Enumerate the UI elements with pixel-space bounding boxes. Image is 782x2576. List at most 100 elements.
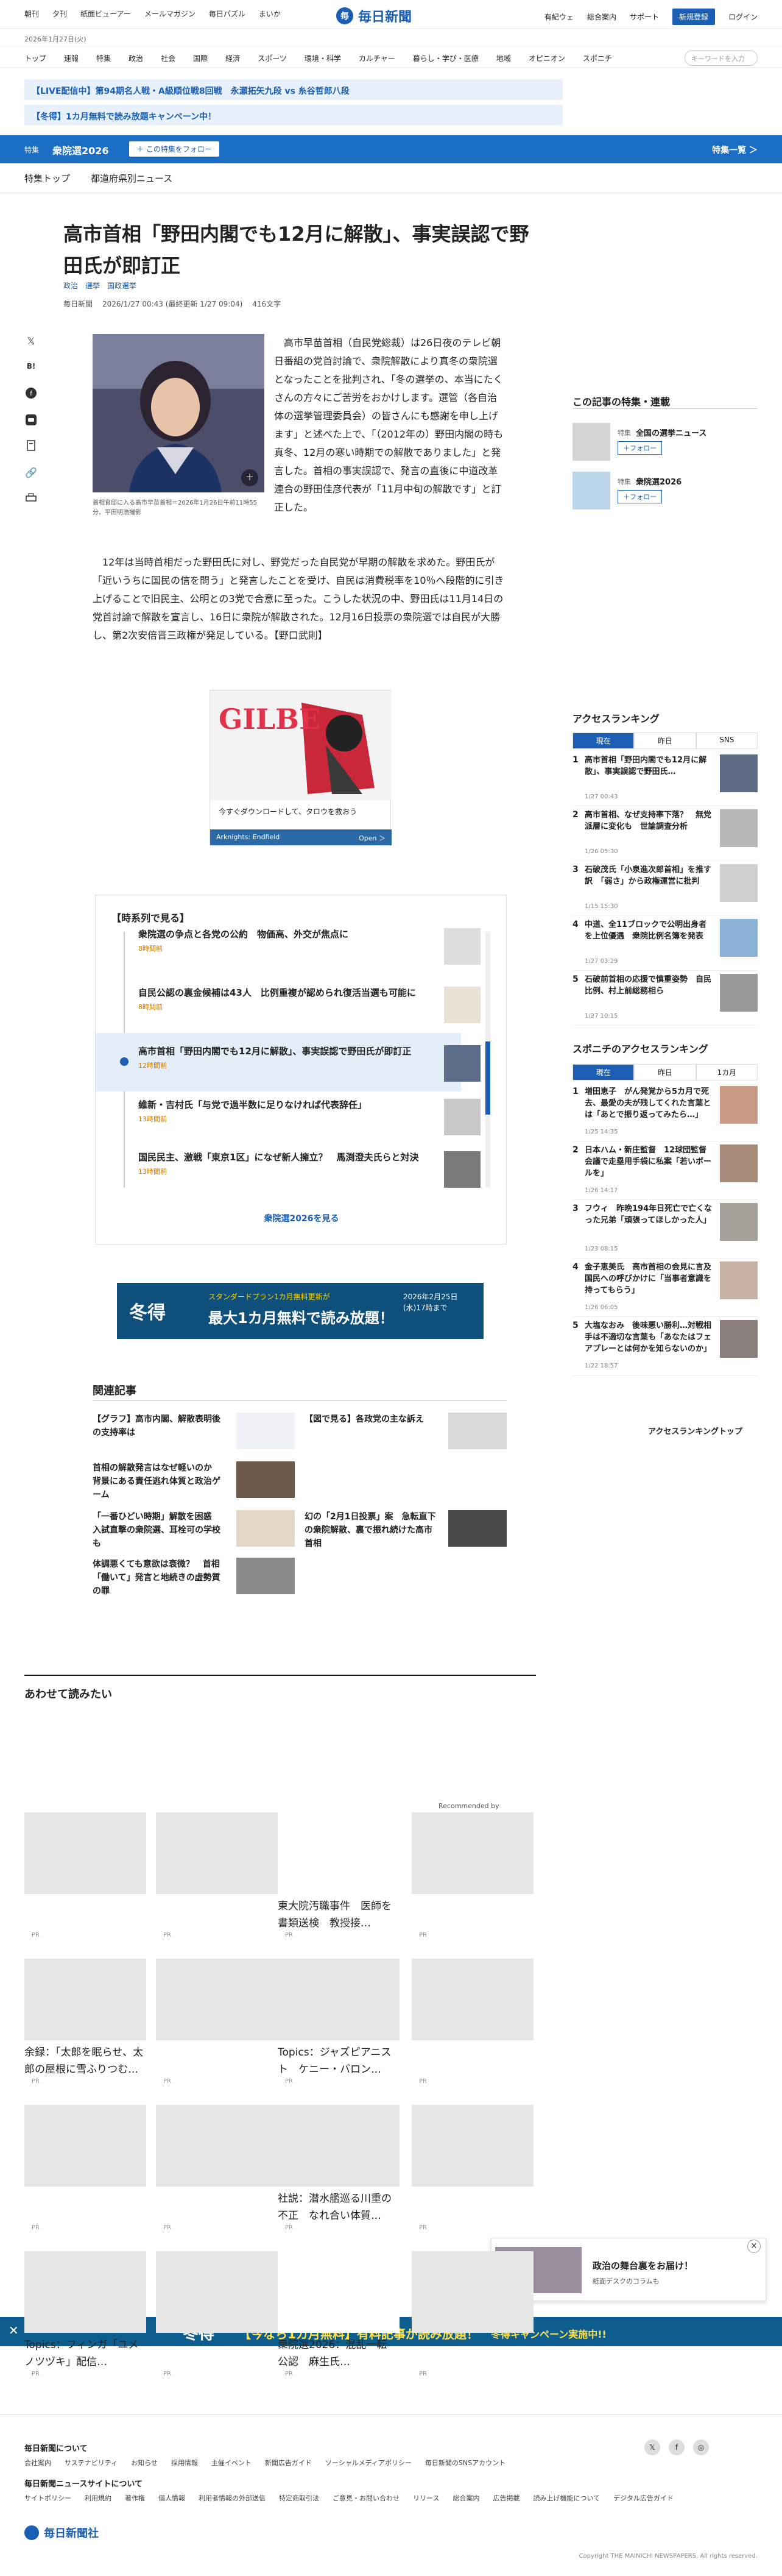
recommend-thumb[interactable] <box>278 1812 400 1894</box>
ranking-title[interactable]: アクセスランキング <box>572 711 660 725</box>
follow-button[interactable]: ＋フォロー <box>618 441 662 455</box>
article-photo[interactable]: ＋ <box>93 334 264 492</box>
header-link-evening[interactable]: 夕刊 <box>52 9 67 19</box>
series-item-thumb[interactable] <box>444 928 481 965</box>
footer-link[interactable]: 採用情報 <box>171 2458 198 2468</box>
footer-link[interactable]: サステナビリティ <box>65 2458 118 2468</box>
line-share-icon[interactable] <box>24 413 38 427</box>
header-link-puzzle[interactable]: 毎日パズル <box>209 9 245 19</box>
nav-item-8[interactable]: 環境・科学 <box>305 53 341 63</box>
related-item[interactable]: 幻の「2月1日投票」案 急転直下の衆院解散、裏で振れ続けた高市首相 <box>305 1510 439 1550</box>
copy-link-icon[interactable]: 🔗 <box>24 466 38 479</box>
search-input[interactable]: キーワードを入力 <box>685 50 758 66</box>
related-item-thumb[interactable] <box>236 1510 295 1547</box>
ranking-more-link[interactable]: アクセスランキングトップ <box>648 1425 742 1436</box>
sponichi-tab-now[interactable]: 現在 <box>572 1064 635 1080</box>
series-item[interactable]: 国民民主、激戦「東京1区」になぜ新人擁立？ 馬渕澄夫氏らと対決 13時間前 <box>138 1150 443 1179</box>
footer-link[interactable]: ソーシャルメディアポリシー <box>325 2458 412 2468</box>
sponichi-item[interactable]: 2 日本ハム・新庄監督 12球団監督会議で走塁用手袋に私案「若いボールを」 1/26… <box>572 1144 758 1198</box>
nav-item-13[interactable]: スポニチ <box>583 53 612 63</box>
footer-link[interactable]: お知らせ <box>131 2458 158 2468</box>
footer-link[interactable]: 毎日新聞のSNSアカウント <box>425 2458 505 2468</box>
nav-item-11[interactable]: 地域 <box>496 53 511 63</box>
tag-election[interactable]: 選挙 <box>85 280 100 291</box>
facebook-share-icon[interactable]: f <box>24 386 38 400</box>
campaign-ad[interactable]: 冬得 スタンダードプラン1カ月無料更新が 最大1カ月無料で読み放題！ 2026年… <box>117 1283 484 1339</box>
ranking-tab-sns[interactable]: SNS <box>696 733 758 749</box>
sponichi-tab-month[interactable]: 1カ月 <box>696 1064 758 1080</box>
series-item-thumb[interactable] <box>444 1099 481 1135</box>
related-item[interactable]: 【グラフ】高市内閣、解散表明後の支持率は <box>93 1413 227 1439</box>
nav-item-2[interactable]: 特集 <box>96 53 111 63</box>
nav-item-1[interactable]: 速報 <box>64 53 79 63</box>
nav-item-10[interactable]: 暮らし・学び・医療 <box>413 53 479 63</box>
footer-logo[interactable]: 毎日新聞社 <box>24 2525 99 2541</box>
footer-link[interactable]: 個人情報 <box>158 2493 185 2503</box>
nav-item-7[interactable]: スポーツ <box>258 53 287 63</box>
footer-link[interactable]: リリース <box>413 2493 439 2503</box>
footer-link[interactable]: 総合案内 <box>453 2493 479 2503</box>
footer-link[interactable]: 主催イベント <box>211 2458 252 2468</box>
follow-name[interactable]: 全国の選挙ニュース <box>636 427 706 438</box>
recommend-text[interactable]: Topics：ジャズピアニスト ケニー・バロン… <box>278 2044 400 2078</box>
recommend-thumb[interactable] <box>24 1959 146 2040</box>
series-item[interactable]: 自民公認の裏金候補は43人 比例重複が認められ復活当選も可能に 8時間前 <box>138 985 443 1015</box>
campaign-banner[interactable]: 【冬得】1カ月無料で読み放題キャンペーン中！ <box>24 105 563 126</box>
recommend-thumb[interactable] <box>412 1959 534 2040</box>
ranking-item[interactable]: 2 高市首相、なぜ支持率下落？ 無党派層に変化も 世論調査分析 1/26 05:30 <box>572 809 758 859</box>
nav-item-4[interactable]: 社会 <box>161 53 175 63</box>
bottom-close-icon[interactable]: ✕ <box>9 2323 19 2338</box>
nav-item-12[interactable]: オピニオン <box>529 53 565 63</box>
tag-national-election[interactable]: 国政選挙 <box>107 280 136 291</box>
header-link-viewer[interactable]: 紙面ビューアー <box>80 9 131 19</box>
recommend-thumb[interactable] <box>278 1959 400 2040</box>
tag-politics[interactable]: 政治 <box>63 280 78 291</box>
recommend-thumb[interactable] <box>156 2251 278 2333</box>
sponichi-item[interactable]: 3 フウィ 昨晩194年日死亡で亡くなった兄弟「頑張ってほしかった人」 1/23 0… <box>572 1203 758 1257</box>
related-item-thumb[interactable] <box>236 1558 295 1594</box>
footer-link[interactable]: ご意見・お問い合わせ <box>333 2493 400 2503</box>
follow-button[interactable]: ＋フォロー <box>618 490 662 503</box>
recommend-thumb[interactable] <box>24 2251 146 2333</box>
x-share-icon[interactable]: 𝕏 <box>24 334 38 347</box>
nav-item-3[interactable]: 政治 <box>129 53 143 63</box>
related-item-thumb[interactable] <box>236 1461 295 1498</box>
site-logo[interactable]: 毎 毎日新聞 <box>336 6 412 26</box>
recommend-text[interactable]: 衆院選2026：混乱一転 公認 麻生氏… <box>278 2336 400 2371</box>
subnav-prefecture[interactable]: 都道府県別ニュース <box>91 172 172 185</box>
topic-title[interactable]: 衆院選2026 <box>52 143 109 157</box>
footer-link[interactable]: 利用規約 <box>85 2493 111 2503</box>
related-item[interactable]: 首相の解散発言はなぜ軽いのか 背景にある責任逃れ体質と政治ゲーム <box>93 1461 227 1502</box>
recommend-text[interactable]: 社説：潜水艦巡る川重の不正 なれ合い体質… <box>278 2190 400 2224</box>
recommend-thumb[interactable] <box>156 1812 278 1894</box>
recommend-thumb[interactable] <box>24 1812 146 1894</box>
follow-thumb[interactable] <box>572 423 610 461</box>
header-link-yukiwe[interactable]: 有紀ウェ <box>544 12 574 22</box>
related-item-thumb[interactable] <box>448 1413 507 1449</box>
recommend-text[interactable]: 余録：「太郎を眠らせ、太郎の屋根に雪ふりつむ… <box>24 2044 146 2078</box>
related-item[interactable]: 【図で見る】各政党の主な訴え <box>305 1413 439 1426</box>
header-link-support[interactable]: サポート <box>630 12 659 22</box>
footer-link[interactable]: サイトポリシー <box>24 2493 71 2503</box>
header-link-maika[interactable]: まいか <box>259 9 281 19</box>
series-scrollbar[interactable] <box>485 932 490 1188</box>
ranking-item[interactable]: 5 石破前首相の応援で慎重姿勢 自民比例、村上前総務相ら 1/27 10:15 <box>572 974 758 1024</box>
follow-thumb[interactable] <box>572 472 610 509</box>
ranking-item[interactable]: 3 石破茂氏「小泉進次郎首相」を推す訳 「弱さ」から政権運営に批判 1/15 15:… <box>572 864 758 914</box>
subnav-top[interactable]: 特集トップ <box>24 172 70 185</box>
nav-item-6[interactable]: 経済 <box>225 53 240 63</box>
floating-ad-close-icon[interactable]: × <box>747 2240 761 2253</box>
recommend-thumb[interactable] <box>24 2105 146 2187</box>
bookmark-share-icon[interactable] <box>24 439 38 452</box>
footer-link[interactable]: 著作権 <box>125 2493 145 2503</box>
sponichi-item[interactable]: 1 増田恵子 がん発覚から5カ月で死去、最愛の夫が残してくれた言葉とは「あとで振り… <box>572 1086 758 1140</box>
nav-item-5[interactable]: 国際 <box>193 53 208 63</box>
zoom-icon[interactable]: ＋ <box>241 469 258 486</box>
footer-link[interactable]: デジタル広告ガイド <box>613 2493 674 2503</box>
ranking-tab-yesterday[interactable]: 昨日 <box>634 733 696 749</box>
footer-link[interactable]: 新聞広告ガイド <box>265 2458 312 2468</box>
series-more-link[interactable]: 衆院選2026を見る <box>96 1212 507 1224</box>
related-item[interactable]: 体調悪くても意欲は衰微？ 首相「働いて」発言と地続きの虚勢質の罪 <box>93 1558 227 1598</box>
footer-link[interactable]: 広告掲載 <box>493 2493 520 2503</box>
hatena-share-icon[interactable]: B! <box>24 360 38 373</box>
